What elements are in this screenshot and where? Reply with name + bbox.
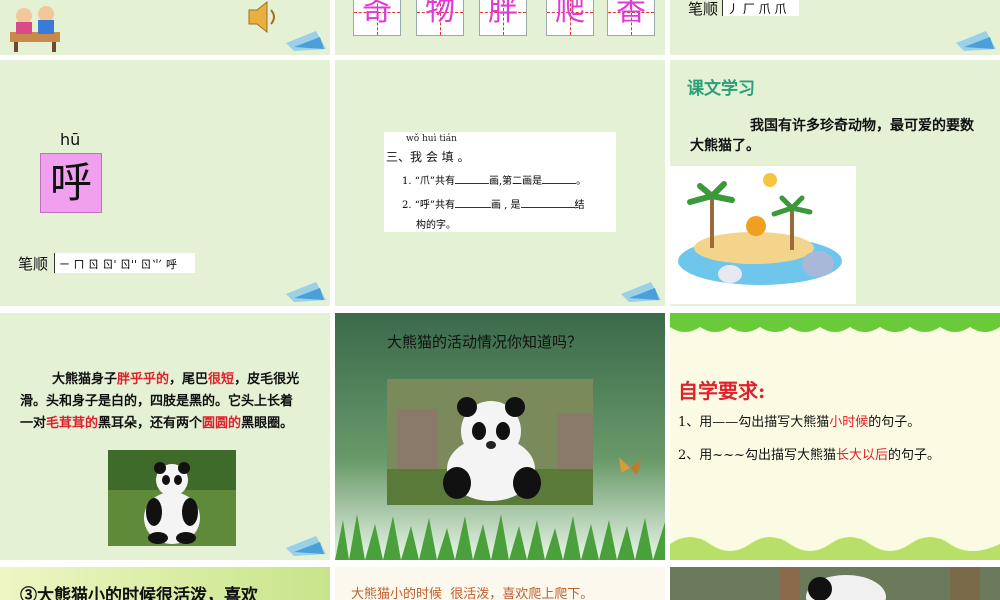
stroke-order-sequence: ㄧ ㄇ ㄖ ㄖ' ㄖ'' ㄖ⺌ 呼: [54, 253, 195, 273]
exercise-card: wǒ huì tián 三、我 会 填 。 1. “爪”共有 画,第二画是。 2.…: [384, 132, 616, 232]
grass-decoration: [335, 514, 665, 560]
stroke-order-label: 笔顺: [688, 0, 719, 18]
stroke-order-sequence: 丿 厂 爪 爪: [722, 0, 799, 16]
corner-decoration-icon: [286, 536, 326, 556]
slide-2[interactable]: 奇 物 胖 爬 香: [335, 0, 665, 55]
bottom-wave-decoration: [670, 537, 1000, 560]
panda-video-frame[interactable]: [387, 379, 593, 505]
char-box-2: 物: [416, 0, 464, 36]
slide-5[interactable]: wǒ huì tián 三、我 会 填 。 1. “爪”共有 画,第二画是。 2.…: [335, 60, 665, 306]
char-box-5: 香: [607, 0, 655, 36]
requirement-1: 1、用——勾出描写大熊猫小时候的句子。: [678, 415, 921, 430]
speaker-icon[interactable]: [243, 0, 283, 34]
corner-decoration-icon: [286, 282, 326, 302]
panda-photo: [108, 450, 236, 546]
lesson-text: 我国有许多珍奇动物，最可爱的要数大熊猫了。: [690, 118, 974, 154]
top-wave-decoration: [670, 313, 1000, 332]
partial-sentence: ③大熊猫小的时候很活泼，喜欢: [20, 586, 258, 600]
slide-11[interactable]: 大熊猫小的时候 很活泼，喜欢爬上爬下。: [335, 567, 665, 600]
char-box-3: 胖: [479, 0, 527, 36]
char-box-4: 爬: [546, 0, 594, 36]
character-card: 呼: [40, 153, 102, 213]
corner-decoration-icon: [286, 31, 326, 51]
students-clipart: [10, 6, 60, 52]
question-1: 1. “爪”共有 画,第二画是。: [402, 176, 587, 187]
char-box-1: 奇: [353, 0, 401, 36]
slide-3[interactable]: 笔顺 丿 厂 爪 爪: [670, 0, 1000, 55]
requirement-2: 2、用~~~勾出描写大熊猫长大以后的句子。: [678, 448, 940, 463]
requirements-title: 自学要求:: [678, 379, 766, 403]
partial-sentence: 大熊猫小的时候 很活泼，喜欢爬上爬下。: [351, 587, 594, 600]
slide-7[interactable]: 大熊猫身子胖乎乎的，尾巴很短，皮毛很光滑。头和身子是白的，四肢是黑的。它头上长着…: [0, 313, 330, 560]
slide-8[interactable]: 大熊猫的活动情况你知道吗？: [335, 313, 665, 560]
question-2-continued: 构的字。: [416, 220, 456, 231]
slide-10[interactable]: ③大熊猫小的时候很活泼，喜欢: [0, 567, 330, 600]
exercise-pinyin: wǒ huì tián: [406, 134, 457, 144]
panda-photo-partial: [670, 567, 1000, 600]
question-2: 2. “呼”共有画 , 是结: [402, 200, 585, 211]
panda-description: 大熊猫身子胖乎乎的，尾巴很短，皮毛很光滑。头和身子是白的，四肢是黑的。它头上长着…: [20, 372, 300, 431]
question-title: 大熊猫的活动情况你知道吗？: [387, 333, 583, 351]
pinyin-label: hū: [60, 130, 81, 149]
stroke-order-label: 笔顺: [18, 255, 49, 273]
slide-1[interactable]: [0, 0, 330, 55]
island-clipart: [670, 166, 856, 304]
slide-4[interactable]: hū 呼 笔顺 ㄧ ㄇ ㄖ ㄖ' ㄖ'' ㄖ⺌ 呼: [0, 60, 330, 306]
exercise-heading: 三、我 会 填 。: [386, 150, 470, 164]
slide-9[interactable]: 自学要求: 1、用——勾出描写大熊猫小时候的句子。 2、用~~~勾出描写大熊猫长…: [670, 313, 1000, 560]
slide-12[interactable]: [670, 567, 1000, 600]
corner-decoration-icon: [621, 282, 661, 302]
corner-decoration-icon: [956, 31, 996, 51]
section-title: 课文学习: [687, 79, 755, 99]
slide-6[interactable]: 课文学习 我国有许多珍奇动物，最可爱的要数大熊猫了。: [670, 60, 1000, 306]
butterfly-icon: [619, 457, 641, 475]
